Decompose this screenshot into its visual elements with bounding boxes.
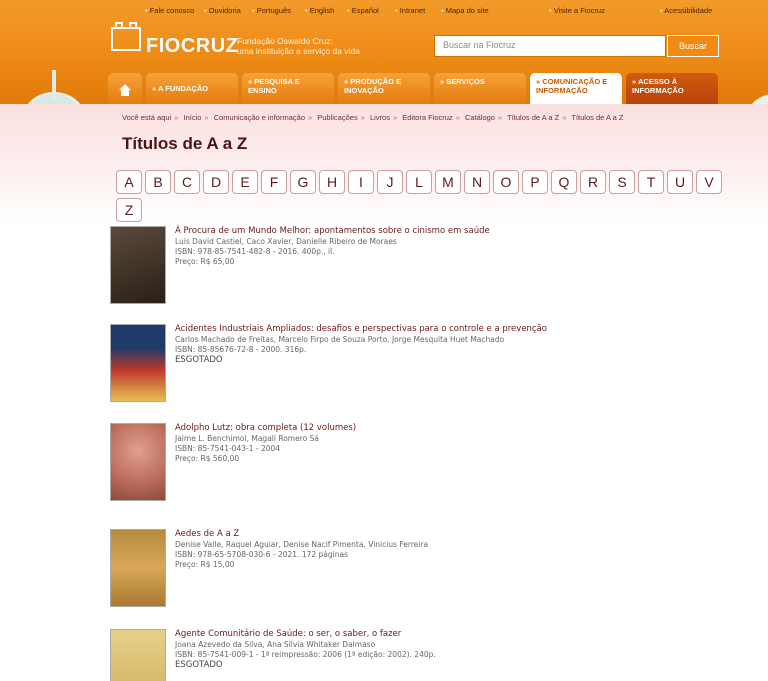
book-title-link[interactable]: Adolpho Lutz: obra completa (12 volumes)	[175, 423, 695, 434]
link-visite-a-fiocruz[interactable]: Visite a Fiocruz	[549, 6, 605, 15]
link-portugues[interactable]: Português	[252, 6, 291, 15]
book-price: Preço: R$ 560,00	[175, 454, 240, 463]
logo-subtitle-line-1: Fundação Oswaldo Cruz:	[237, 36, 333, 46]
book-authors: Luis David Castiel, Caco Xavier, Daniell…	[175, 237, 397, 246]
book-price: Preço: R$ 15,00	[175, 560, 235, 569]
link-ouvidoria[interactable]: Ouvidoria	[204, 6, 241, 15]
top-utility-bar: Fale conosco Ouvidoria Português English…	[0, 4, 768, 18]
page-title: Títulos de A a Z	[122, 134, 248, 153]
nav-servicos[interactable]: SERVIÇOS	[434, 73, 526, 104]
book-info: Adolpho Lutz: obra completa (12 volumes)…	[175, 423, 695, 464]
letter-d[interactable]: D	[203, 170, 229, 194]
letter-i[interactable]: I	[348, 170, 374, 194]
letter-b[interactable]: B	[145, 170, 171, 194]
letter-m[interactable]: M	[435, 170, 461, 194]
book-cover[interactable]	[110, 226, 166, 304]
letter-c[interactable]: C	[174, 170, 200, 194]
letter-t[interactable]: T	[638, 170, 664, 194]
breadcrumb-item[interactable]: Início	[183, 113, 201, 122]
book-cover[interactable]	[110, 324, 166, 402]
link-acessibilidade[interactable]: Acessibilidade	[660, 6, 712, 15]
logo-subtitle-line-2: uma instituição a serviço da vida	[237, 46, 360, 56]
breadcrumb-label: Você está aqui	[122, 113, 172, 122]
link-english[interactable]: English	[305, 6, 335, 15]
book-isbn: ISBN: 85-85676-72-8 - 2000. 316p.	[175, 345, 307, 354]
logo-subtitle: Fundação Oswaldo Cruz: uma instituição a…	[237, 36, 387, 56]
link-fale-conosco[interactable]: Fale conosco	[145, 6, 195, 15]
book-authors: Denise Valle, Raquel Aguiar, Denise Naci…	[175, 540, 429, 549]
book-cover[interactable]	[110, 629, 166, 681]
book-info: Acidentes Industriais Ampliados: desafio…	[175, 324, 695, 366]
book-authors: Joana Azevedo da Silva, Ana Silvia Whita…	[175, 640, 376, 649]
nav-producao-e-inovacao[interactable]: PRODUÇÃO E INOVAÇÃO	[338, 73, 430, 104]
letter-e[interactable]: E	[232, 170, 258, 194]
book-title-link[interactable]: Aedes de A a Z	[175, 529, 695, 540]
letter-g[interactable]: G	[290, 170, 316, 194]
letter-p[interactable]: P	[522, 170, 548, 194]
fiocruz-logo-icon[interactable]	[110, 20, 142, 52]
link-mapa-do-site[interactable]: Mapa do site	[441, 6, 489, 15]
nav-home[interactable]	[108, 73, 142, 104]
book-isbn: ISBN: 978-65-5708-030-6 - 2021. 172 pági…	[175, 550, 348, 559]
letter-l[interactable]: L	[406, 170, 432, 194]
book-info: À Procura de um Mundo Melhor: apontament…	[175, 226, 695, 267]
book-title-link[interactable]: Agente Comunitário de Saúde: o ser, o sa…	[175, 629, 695, 640]
search-input[interactable]: Buscar na Fiocruz	[434, 35, 666, 57]
letter-r[interactable]: R	[580, 170, 606, 194]
letter-f[interactable]: F	[261, 170, 287, 194]
nav-pesquisa-e-ensino[interactable]: PESQUISA E ENSINO	[242, 73, 334, 104]
book-authors: Jaime L. Benchimol, Magali Romero Sá	[175, 434, 319, 443]
breadcrumb: Você está aqui» Início» Comunicação e in…	[122, 113, 624, 122]
letter-u[interactable]: U	[667, 170, 693, 194]
letter-n[interactable]: N	[464, 170, 490, 194]
book-price: Preço: R$ 65,00	[175, 257, 235, 266]
nav-comunicacao-e-informacao[interactable]: COMUNICAÇÃO E INFORMAÇÃO	[530, 73, 622, 104]
book-isbn: ISBN: 978-85-7541-482-8 - 2016. 400p., i…	[175, 247, 335, 256]
home-icon	[119, 84, 131, 96]
logo-wordmark[interactable]: FIOCRUZ	[146, 35, 238, 58]
letter-s[interactable]: S	[609, 170, 635, 194]
breadcrumb-item[interactable]: Títulos de A a Z	[507, 113, 559, 122]
book-cover[interactable]	[110, 423, 166, 501]
book-isbn: ISBN: 85-7541-009-1 - 1ª reimpressão: 20…	[175, 650, 436, 659]
book-title-link[interactable]: À Procura de um Mundo Melhor: apontament…	[175, 226, 695, 237]
book-info: Aedes de A a Z Denise Valle, Raquel Agui…	[175, 529, 695, 570]
breadcrumb-item[interactable]: Publicações	[317, 113, 357, 122]
breadcrumb-current: Títulos de A a Z	[571, 113, 624, 122]
book-info: Agente Comunitário de Saúde: o ser, o sa…	[175, 629, 695, 671]
letter-h[interactable]: H	[319, 170, 345, 194]
link-espanol[interactable]: Español	[347, 6, 379, 15]
book-cover[interactable]	[110, 529, 166, 607]
book-status: ESGOTADO	[175, 355, 223, 365]
breadcrumb-item[interactable]: Comunicação e informação	[214, 113, 305, 122]
breadcrumb-item[interactable]: Livros	[370, 113, 390, 122]
search-button[interactable]: Buscar	[667, 35, 719, 57]
book-status: ESGOTADO	[175, 660, 223, 670]
letter-z[interactable]: Z	[116, 198, 142, 222]
letter-v[interactable]: V	[696, 170, 722, 194]
letter-q[interactable]: Q	[551, 170, 577, 194]
letter-j[interactable]: J	[377, 170, 403, 194]
book-authors: Carlos Machado de Freitas, Marcelo Firpo…	[175, 335, 505, 344]
breadcrumb-item[interactable]: Editora Fiocruz	[402, 113, 452, 122]
nav-a-fundacao[interactable]: A FUNDAÇÃO	[146, 73, 238, 104]
nav-acesso-a-informacao[interactable]: ACESSO À INFORMAÇÃO	[626, 73, 718, 104]
letter-a[interactable]: A	[116, 170, 142, 194]
breadcrumb-item[interactable]: Catálogo	[465, 113, 495, 122]
letter-o[interactable]: O	[493, 170, 519, 194]
book-title-link[interactable]: Acidentes Industriais Ampliados: desafio…	[175, 324, 695, 335]
link-intranet[interactable]: Intranet	[395, 6, 425, 15]
book-isbn: ISBN: 85-7541-043-1 - 2004	[175, 444, 281, 453]
